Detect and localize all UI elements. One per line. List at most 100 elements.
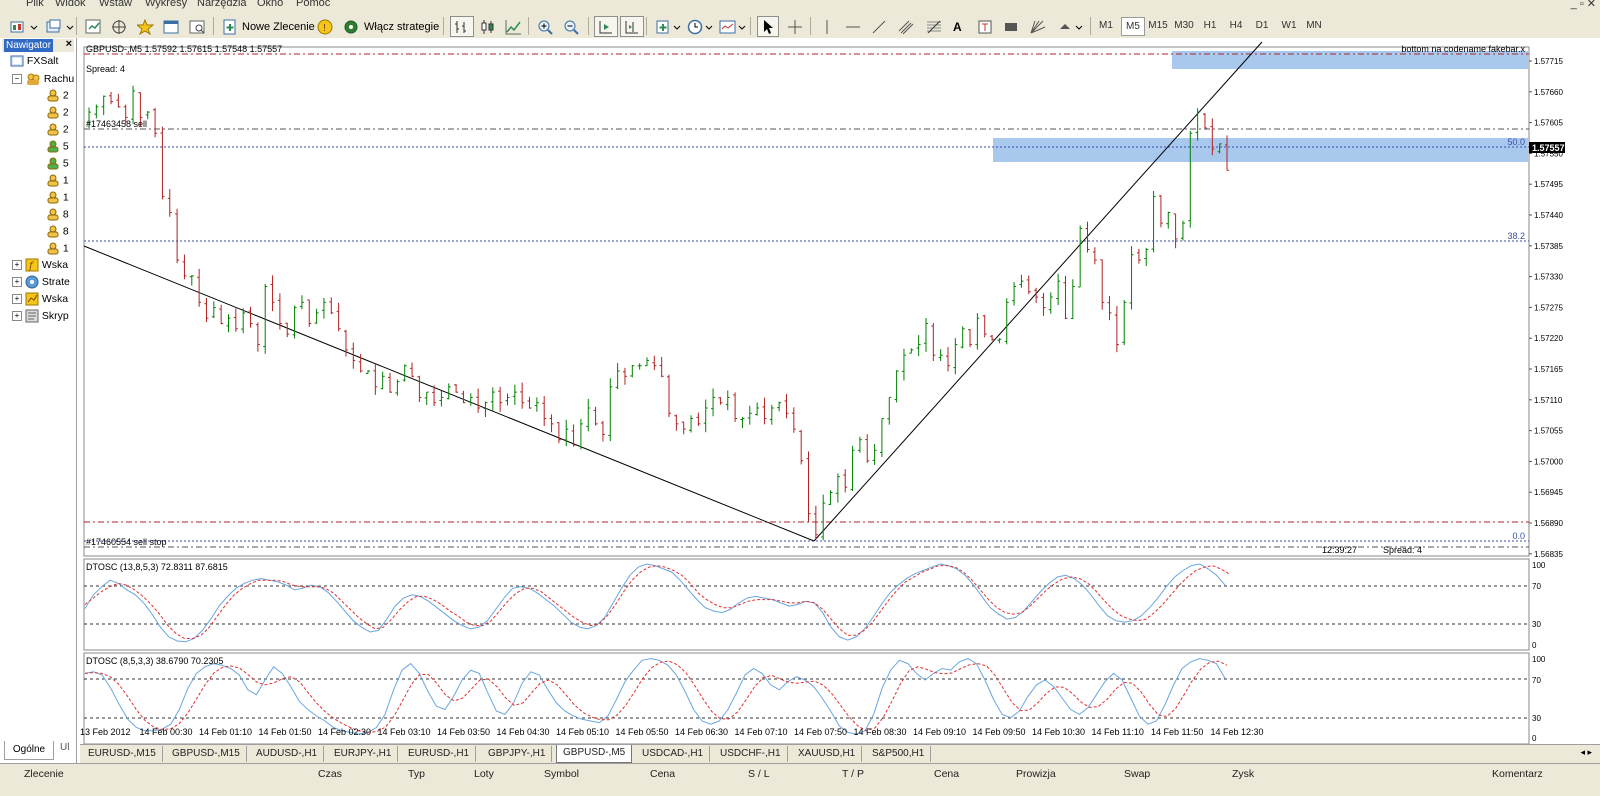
chart-tab[interactable]: EURUSD-,M15: [82, 746, 163, 762]
bar-chart-icon[interactable]: [450, 16, 474, 37]
autoscroll-icon[interactable]: [594, 16, 618, 37]
new-order-button[interactable]: Nowe Zlecenie: [219, 16, 318, 37]
menu-tools[interactable]: Narzędzia: [197, 0, 247, 9]
account-item[interactable]: 5: [46, 140, 69, 153]
account-item[interactable]: 1: [46, 174, 69, 187]
new-chart-icon[interactable]: [6, 16, 42, 37]
column-header-type[interactable]: Typ: [408, 768, 425, 780]
account-item[interactable]: 1: [46, 242, 69, 255]
column-header-current-price[interactable]: Cena: [934, 768, 959, 780]
cursor-icon[interactable]: [757, 16, 779, 37]
chart-tab[interactable]: GBPJPY-,H1: [482, 746, 553, 762]
resistance-zone-mid[interactable]: [993, 138, 1528, 162]
timeframe-d1[interactable]: D1: [1250, 17, 1274, 34]
navigator-tab-favorites[interactable]: Ul: [60, 742, 69, 753]
navigator-tab-general[interactable]: Ogólne: [4, 741, 54, 760]
candlestick-chart-icon[interactable]: [476, 16, 500, 37]
account-item[interactable]: 1: [46, 191, 69, 204]
close-icon[interactable]: ×: [66, 38, 72, 50]
zoom-in-icon[interactable]: [534, 16, 558, 37]
menu-window[interactable]: Okno: [257, 0, 283, 9]
expand-icon[interactable]: +: [12, 277, 22, 287]
text-tool-icon[interactable]: A: [950, 16, 965, 37]
horizontal-line-icon[interactable]: [842, 16, 864, 37]
account-item[interactable]: 2: [46, 123, 69, 136]
vertical-line-icon[interactable]: [816, 16, 838, 37]
chart-tab[interactable]: USDCAD-,H1: [636, 746, 711, 762]
timeframe-w1[interactable]: W1: [1277, 17, 1301, 34]
navigator-icon[interactable]: [134, 16, 158, 37]
zoom-out-icon[interactable]: [560, 16, 584, 37]
navigator-custom-indicators[interactable]: + Wska: [12, 292, 68, 306]
navigator-strategies[interactable]: + Strate: [12, 275, 70, 289]
timeframe-m5[interactable]: M5: [1121, 17, 1145, 36]
navigator-scripts[interactable]: + Skryp: [12, 309, 69, 323]
menu-help[interactable]: Pomoc: [296, 0, 330, 9]
column-header-sl[interactable]: S / L: [748, 768, 770, 780]
timeframe-mn[interactable]: MN: [1302, 17, 1326, 34]
line-chart-icon[interactable]: [502, 16, 526, 37]
templates-icon[interactable]: [716, 16, 750, 37]
account-item[interactable]: 8: [46, 225, 69, 238]
column-header-comment[interactable]: Komentarz: [1492, 768, 1543, 780]
chart-tab[interactable]: XAUUSD,H1: [792, 746, 863, 762]
chart-tab[interactable]: GBPUSD-,M15: [166, 746, 247, 762]
channel-icon[interactable]: [894, 16, 920, 37]
column-header-price[interactable]: Cena: [650, 768, 675, 780]
column-header-order[interactable]: Zlecenie: [24, 768, 64, 780]
chart-tab[interactable]: USDCHF-,H1: [714, 746, 788, 762]
strategy-tester-icon[interactable]: [186, 16, 210, 37]
menu-file[interactable]: Plik: [26, 0, 44, 9]
chart-tab[interactable]: EURUSD-,H1: [402, 746, 477, 762]
menu-charts[interactable]: Wykresy: [145, 0, 187, 9]
timeframe-h4[interactable]: H4: [1224, 17, 1248, 34]
tab-scroll-arrows[interactable]: ◂ ▸: [1580, 747, 1592, 758]
expand-icon[interactable]: +: [12, 311, 22, 321]
chart-window[interactable]: GBPUSD-,M5 1.57592 1.57615 1.57548 1.575…: [77, 38, 1600, 763]
data-window-icon[interactable]: [108, 16, 132, 37]
column-header-lots[interactable]: Loty: [474, 768, 494, 780]
mdi-window-buttons[interactable]: _ ▫ ✕: [1571, 0, 1596, 10]
profiles-icon[interactable]: [42, 16, 78, 37]
chart-canvas[interactable]: GBPUSD-,M5 1.57592 1.57615 1.57548 1.575…: [77, 38, 1600, 744]
metaeditor-icon[interactable]: !: [314, 16, 338, 37]
navigator-root[interactable]: FXSalt: [10, 55, 58, 67]
collapse-icon[interactable]: −: [12, 74, 22, 84]
chart-tab-active[interactable]: GBPUSD-,M5: [556, 745, 633, 763]
timeframe-m30[interactable]: M30: [1172, 17, 1196, 34]
expand-icon[interactable]: +: [12, 294, 22, 304]
indicators-icon[interactable]: [652, 16, 686, 37]
column-header-profit[interactable]: Zysk: [1232, 768, 1254, 780]
column-header-tp[interactable]: T / P: [842, 768, 864, 780]
navigator-indicators[interactable]: + f Wska: [12, 258, 68, 272]
timeframe-m1[interactable]: M1: [1094, 17, 1118, 34]
navigator-accounts[interactable]: − Rachu: [12, 72, 74, 86]
column-header-swap[interactable]: Swap: [1124, 768, 1150, 780]
chart-tab[interactable]: EURJPY-,H1: [328, 746, 399, 762]
gann-fan-icon[interactable]: [1026, 16, 1052, 37]
column-header-commission[interactable]: Prowizja: [1016, 768, 1056, 780]
chart-tab[interactable]: S&P500,H1: [866, 746, 932, 762]
column-header-symbol[interactable]: Symbol: [544, 768, 579, 780]
arrows-icon[interactable]: [1054, 16, 1088, 37]
column-header-time[interactable]: Czas: [318, 768, 342, 780]
menu-view[interactable]: Widok: [55, 0, 86, 9]
periods-icon[interactable]: [684, 16, 718, 37]
account-item[interactable]: 2: [46, 89, 69, 102]
terminal-icon[interactable]: [160, 16, 184, 37]
expert-advisors-button[interactable]: Włącz strategie: [339, 16, 442, 37]
account-item[interactable]: 2: [46, 106, 69, 119]
account-item[interactable]: 5: [46, 157, 69, 170]
rectangle-icon[interactable]: [1000, 16, 1022, 37]
menu-insert[interactable]: Wstaw: [99, 0, 132, 9]
account-item[interactable]: 8: [46, 208, 69, 221]
crosshair-icon[interactable]: [784, 16, 806, 37]
chart-tab[interactable]: AUDUSD-,H1: [250, 746, 325, 762]
timeframe-h1[interactable]: H1: [1198, 17, 1222, 34]
chart-shift-icon[interactable]: [620, 16, 644, 37]
fibonacci-icon[interactable]: [922, 16, 948, 37]
trendline-icon[interactable]: [868, 16, 890, 37]
timeframe-m15[interactable]: M15: [1146, 17, 1170, 34]
text-label-icon[interactable]: [974, 16, 996, 37]
expand-icon[interactable]: +: [12, 260, 22, 270]
